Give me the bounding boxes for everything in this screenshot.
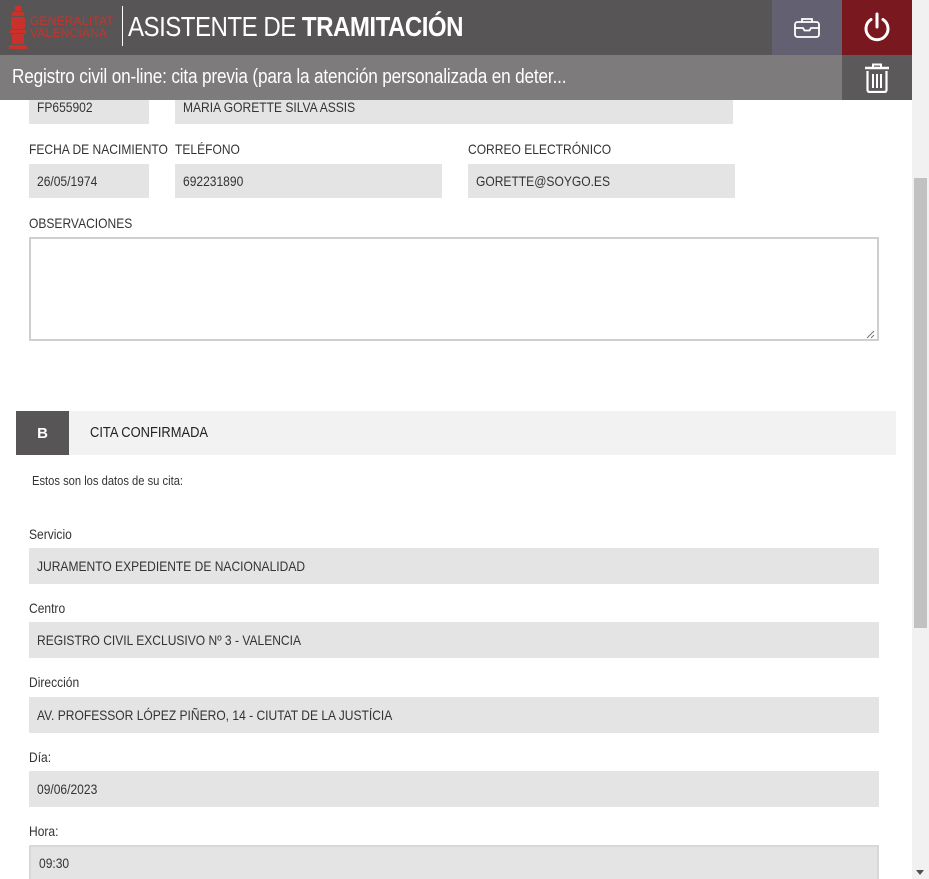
servicio-label: Servicio xyxy=(29,526,72,542)
generalitat-logo: GENERALITAT VALENCIANA xyxy=(6,6,114,50)
procedure-bar: Registro civil on-line: cita previa (par… xyxy=(0,55,842,100)
phone-field[interactable]: 692231890 xyxy=(175,164,442,198)
observations-label: OBSERVACIONES xyxy=(29,215,133,231)
birth-date-value: 26/05/1974 xyxy=(37,173,98,189)
header-divider xyxy=(122,6,123,46)
full-name-field[interactable]: MARIA GORETTE SILVA ASSIS xyxy=(175,100,733,124)
dia-label: Día: xyxy=(29,749,52,765)
full-name-value: MARIA GORETTE SILVA ASSIS xyxy=(183,100,356,115)
scrollbar-thumb[interactable] xyxy=(914,178,927,628)
procedure-title: Registro civil on-line: cita previa (par… xyxy=(12,66,567,88)
observations-textarea[interactable] xyxy=(29,237,879,341)
servicio-field[interactable]: JURAMENTO EXPEDIENTE DE NACIONALIDAD xyxy=(29,548,879,584)
servicio-value: JURAMENTO EXPEDIENTE DE NACIONALIDAD xyxy=(37,558,306,574)
appointment-intro: Estos son los datos de su cita: xyxy=(32,473,184,488)
direccion-label: Dirección xyxy=(29,674,80,690)
trash-icon xyxy=(865,63,889,93)
app-title: ASISTENTE DE TRAMITACIÓN xyxy=(128,9,464,45)
delete-button[interactable] xyxy=(842,55,912,100)
hora-field[interactable]: 09:30 xyxy=(29,845,879,879)
email-value: GORETTE@SOYGO.ES xyxy=(476,173,610,189)
seal-icon xyxy=(9,6,27,49)
form-content: FP655902 MARIA GORETTE SILVA ASSIS FECHA… xyxy=(0,100,912,879)
document-field[interactable]: FP655902 xyxy=(29,100,149,124)
section-title: CITA CONFIRMADA xyxy=(90,424,209,441)
direccion-value: AV. PROFESSOR LÓPEZ PIÑERO, 14 - CIUTAT … xyxy=(37,707,393,723)
document-value: FP655902 xyxy=(37,100,93,115)
dia-field[interactable]: 09/06/2023 xyxy=(29,771,879,807)
phone-label: TELÉFONO xyxy=(175,141,240,157)
phone-value: 692231890 xyxy=(183,173,244,189)
birth-date-field[interactable]: 26/05/1974 xyxy=(29,164,149,198)
app-title-light: ASISTENTE DE xyxy=(128,11,302,42)
resize-grip-icon[interactable] xyxy=(866,330,875,339)
dia-value: 09/06/2023 xyxy=(37,781,98,797)
centro-value: REGISTRO CIVIL EXCLUSIVO Nº 3 - VALENCIA xyxy=(37,632,301,648)
app-title-bold: TRAMITACIÓN xyxy=(301,11,464,42)
scroll-down-arrow-icon[interactable] xyxy=(916,870,924,875)
vertical-scrollbar[interactable] xyxy=(912,0,929,879)
centro-label: Centro xyxy=(29,600,66,616)
hora-label: Hora: xyxy=(29,823,59,839)
section-b-header: B CITA CONFIRMADA xyxy=(16,411,896,455)
centro-field[interactable]: REGISTRO CIVIL EXCLUSIVO Nº 3 - VALENCIA xyxy=(29,622,879,658)
power-icon xyxy=(864,12,890,41)
inbox-icon xyxy=(794,17,820,38)
email-field[interactable]: GORETTE@SOYGO.ES xyxy=(468,164,735,198)
inbox-button[interactable] xyxy=(772,0,842,55)
hora-value: 09:30 xyxy=(39,855,70,871)
email-label: CORREO ELECTRÓNICO xyxy=(468,141,612,157)
logo-text-line2: VALENCIANA xyxy=(30,26,108,40)
birth-date-label: FECHA DE NACIMIENTO xyxy=(29,141,168,157)
direccion-field[interactable]: AV. PROFESSOR LÓPEZ PIÑERO, 14 - CIUTAT … xyxy=(29,697,879,733)
section-letter: B xyxy=(16,411,69,455)
logout-button[interactable] xyxy=(842,0,912,55)
